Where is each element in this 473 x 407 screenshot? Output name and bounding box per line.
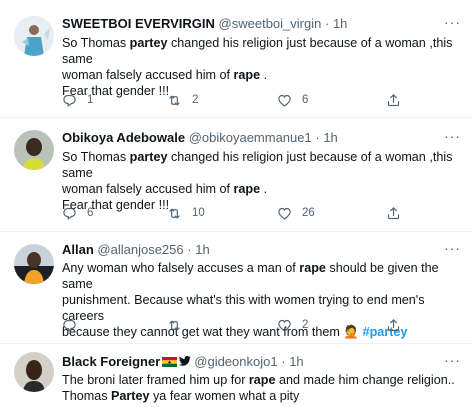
ghana-flag-icon [162,357,178,367]
like-count: 2 [302,319,309,331]
tweet[interactable]: Obikoya Adebowale @obikoyaemmanue1 · 1h … [0,118,473,232]
like-icon [277,318,292,333]
text-segment: woman falsely accused him of [62,182,234,196]
more-icon[interactable]: ··· [444,352,461,368]
retweet-icon [167,93,182,108]
like-button[interactable]: 6 [277,91,308,109]
reply-icon [62,206,77,221]
timestamp[interactable]: 1h [333,16,347,31]
reply-count: 6 [87,207,94,219]
highlight-keyword: rape [299,261,326,275]
user-handle[interactable]: @obikoyaemmanue1 [189,130,312,145]
timestamp[interactable]: 1h [195,242,209,257]
reply-button[interactable] [62,316,87,334]
text-segment: Thomas [62,389,111,403]
separator-dot: · [324,16,330,31]
share-icon [386,93,401,108]
avatar[interactable] [14,130,54,170]
more-icon[interactable]: ··· [444,14,461,30]
share-button[interactable] [386,316,401,334]
display-name[interactable]: Black Foreigner [62,354,160,369]
like-count: 6 [302,94,309,106]
verified-icon [179,356,192,366]
retweet-button[interactable] [167,316,192,334]
timestamp[interactable]: 1h [323,130,337,145]
share-button[interactable] [386,204,401,222]
like-count: 26 [302,207,315,219]
display-name[interactable]: Allan [62,242,94,257]
user-handle[interactable]: @allanjose256 [97,242,183,257]
text-segment: So Thomas [62,150,130,164]
like-icon [277,93,292,108]
like-button[interactable]: 2 [277,316,308,334]
user-handle[interactable]: @gideonkojo1 [194,354,277,369]
text-segment: woman falsely accused him of [62,68,234,82]
share-button[interactable] [386,91,401,109]
retweet-button[interactable]: 10 [167,204,205,222]
text-segment: and made him change religion.. [275,373,455,387]
avatar[interactable] [14,352,54,392]
text-segment: The broni later framed him up for [62,373,249,387]
retweet-count: 10 [192,207,205,219]
avatar[interactable] [14,244,54,284]
timestamp[interactable]: 1h [289,354,303,369]
like-button[interactable]: 26 [277,204,315,222]
highlight-keyword: partey [129,36,168,50]
tweet[interactable]: Black Foreigner @gideonkojo1 · 1h ··· The… [0,344,473,407]
tweet-actions: 1 2 6 [60,91,460,109]
share-icon [386,318,401,333]
text-segment: . [260,68,268,82]
reply-icon [62,93,77,108]
reply-button[interactable]: 1 [62,91,93,109]
highlight-keyword: rape [233,182,261,196]
retweet-count: 2 [192,94,199,106]
highlight-keyword: partey [129,150,168,164]
more-icon[interactable]: ··· [444,240,461,256]
avatar[interactable] [14,16,54,56]
separator-dot: · [315,130,320,145]
display-name[interactable]: Obikoya Adebowale [62,130,185,145]
more-icon[interactable]: ··· [444,128,461,144]
reply-count: 1 [87,94,94,106]
tweet-text: The broni later framed him up for rape a… [62,372,467,404]
retweet-icon [167,206,182,221]
separator-dot: · [281,354,286,369]
highlight-keyword: Partey [111,389,150,403]
reply-icon [62,318,77,333]
like-icon [277,206,292,221]
retweet-button[interactable]: 2 [167,91,198,109]
separator-dot: · [187,242,192,257]
tweet-actions: 2 [60,316,460,334]
text-segment: . [260,182,268,196]
tweet[interactable]: SWEETBOI EVERVIRGIN @sweetboi_virgin · 1… [0,0,473,118]
text-segment: ya fear women what a pity [149,389,300,403]
tweet-text: So Thomas partey changed his religion ju… [62,35,467,99]
tweet[interactable]: Allan @allanjose256 · 1h ··· Any woman w… [0,232,473,344]
user-handle[interactable]: @sweetboi_virgin [219,16,322,31]
display-name[interactable]: SWEETBOI EVERVIRGIN [62,16,215,31]
text-segment: So Thomas [62,36,130,50]
highlight-keyword: rape [248,373,276,387]
text-segment: Any woman who falsely accuses a man of [62,261,300,275]
share-icon [386,206,401,221]
reply-button[interactable]: 6 [62,204,93,222]
highlight-keyword: rape [233,68,261,82]
retweet-icon [167,318,182,333]
tweet-actions: 6 10 26 [60,204,460,222]
